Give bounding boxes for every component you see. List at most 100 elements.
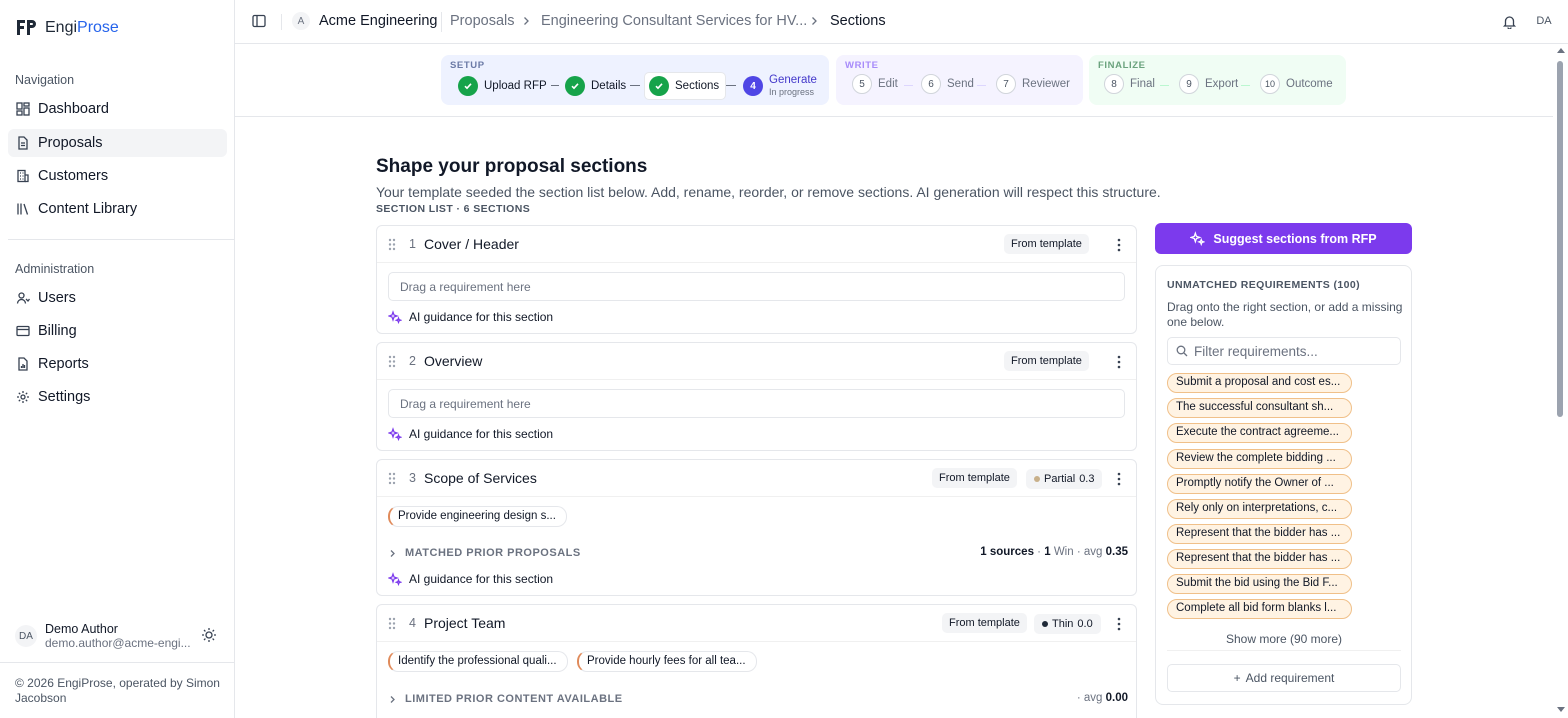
sidebar-divider	[8, 239, 235, 240]
sidebar-item-dashboard[interactable]: Dashboard	[8, 95, 227, 123]
sidebar-item-users[interactable]: Users	[8, 284, 227, 312]
unmatched-requirement[interactable]: Represent that the bidder has ...	[1167, 549, 1352, 569]
status-dot	[1034, 476, 1040, 482]
unmatched-requirement[interactable]: Rely only on interpretations, c...	[1167, 499, 1352, 519]
requirement-chip[interactable]: Provide engineering design s...	[388, 506, 567, 527]
sidebar-item-settings[interactable]: Settings	[8, 383, 227, 411]
section-title[interactable]: Cover / Header	[424, 236, 519, 252]
show-more-button[interactable]: Show more (90 more)	[1167, 627, 1401, 651]
sidebar-item-label: Content Library	[38, 201, 138, 217]
step-number: 10	[1260, 74, 1280, 94]
step-label: Edit	[878, 78, 898, 90]
ai-guidance-toggle[interactable]: AI guidance for this section	[388, 572, 553, 586]
workflow-stepper: SETUP WRITE FINALIZE Upload RFP Details …	[235, 44, 1553, 117]
unmatched-requirement[interactable]: Complete all bid form blanks l...	[1167, 599, 1352, 619]
chevron-right-icon	[390, 695, 395, 703]
sparkles-icon	[1190, 231, 1206, 246]
ai-guidance-label: AI guidance for this section	[409, 572, 554, 586]
report-icon	[18, 357, 28, 371]
step-generate[interactable]: 4 Generate In progress	[743, 74, 817, 98]
logo-text-prefix: Engi	[45, 19, 78, 36]
sidebar-toggle-icon[interactable]	[252, 14, 266, 28]
step-label: Upload RFP	[484, 80, 547, 92]
step-outcome[interactable]: 10 Outcome	[1260, 74, 1333, 94]
ai-guidance-toggle[interactable]: AI guidance for this section	[388, 310, 553, 324]
section-title[interactable]: Project Team	[424, 615, 505, 631]
breadcrumb-proposals[interactable]: Proposals	[450, 13, 514, 29]
more-vertical-icon[interactable]	[1117, 238, 1121, 252]
sidebar-item-content-library[interactable]: Content Library	[8, 195, 227, 223]
step-connector	[904, 85, 913, 86]
drag-handle-icon[interactable]	[388, 617, 396, 630]
template-badge: From template	[932, 468, 1017, 488]
section-list-label: SECTION LIST · 6 SECTIONS	[376, 203, 531, 215]
unmatched-requirement[interactable]: Represent that the bidder has ...	[1167, 524, 1352, 544]
step-send[interactable]: 6 Send	[921, 74, 974, 94]
step-label: Export	[1205, 78, 1239, 90]
section-number: 3	[409, 471, 416, 485]
unmatched-requirement[interactable]: Review the complete bidding ...	[1167, 449, 1352, 469]
suggest-sections-button[interactable]: Suggest sections from RFP	[1155, 223, 1412, 254]
org-avatar: A	[292, 12, 310, 30]
user-avatar[interactable]: DA	[1533, 10, 1555, 32]
app-logo[interactable]: EngiProse	[15, 18, 119, 38]
step-connector	[551, 85, 559, 86]
sidebar: EngiProse Navigation Dashboard Proposals…	[0, 0, 235, 718]
section-number: 1	[409, 237, 416, 251]
breadcrumb-proposal[interactable]: Engineering Consultant Services for HV..…	[541, 13, 807, 29]
section-title[interactable]: Scope of Services	[424, 470, 537, 486]
wins-count: 1	[1044, 546, 1051, 558]
step-export[interactable]: 9 Export	[1179, 74, 1238, 94]
org-name[interactable]: Acme Engineering	[319, 13, 438, 29]
sidebar-item-billing[interactable]: Billing	[8, 317, 227, 345]
drag-handle-icon[interactable]	[388, 355, 396, 368]
scroll-down-icon[interactable]	[1557, 707, 1565, 712]
check-icon	[649, 76, 669, 96]
sidebar-item-customers[interactable]: Customers	[8, 162, 227, 190]
more-vertical-icon[interactable]	[1117, 617, 1121, 631]
unmatched-requirement[interactable]: The successful consultant sh...	[1167, 398, 1352, 418]
add-requirement-button[interactable]: + Add requirement	[1167, 664, 1401, 692]
scroll-thumb[interactable]	[1557, 61, 1563, 417]
panel-hint: Drag onto the right section, or add a mi…	[1167, 300, 1403, 329]
step-reviewer[interactable]: 7 Reviewer	[996, 74, 1070, 94]
step-details[interactable]: Details	[565, 76, 626, 96]
requirement-chip[interactable]: Identify the professional quali...	[388, 651, 568, 672]
matched-prior-toggle[interactable]: MATCHED PRIOR PROPOSALS	[388, 547, 581, 559]
unmatched-requirement[interactable]: Execute the contract agreeme...	[1167, 423, 1352, 443]
bell-icon[interactable]	[1502, 14, 1517, 29]
template-badge: From template	[1004, 234, 1089, 254]
step-label: Sections	[675, 80, 720, 92]
section-title[interactable]: Overview	[424, 353, 482, 369]
more-vertical-icon[interactable]	[1117, 472, 1121, 486]
ai-guidance-label: AI guidance for this section	[409, 310, 554, 324]
step-sections[interactable]: Sections	[645, 73, 726, 99]
sun-icon[interactable]	[201, 627, 217, 643]
user-profile[interactable]: DA Demo Author demo.author@acme-engi...	[15, 619, 225, 653]
phase-label: SETUP	[450, 60, 485, 71]
step-edit[interactable]: 5 Edit	[852, 74, 898, 94]
sidebar-item-label: Dashboard	[38, 101, 109, 117]
scroll-up-icon[interactable]	[1557, 48, 1565, 53]
unmatched-requirement[interactable]: Submit a proposal and cost es...	[1167, 373, 1352, 393]
unmatched-requirement[interactable]: Submit the bid using the Bid F...	[1167, 574, 1352, 594]
more-vertical-icon[interactable]	[1117, 355, 1121, 369]
sidebar-item-label: Users	[38, 290, 76, 306]
unmatched-requirement[interactable]: Promptly notify the Owner of ...	[1167, 474, 1352, 494]
step-final[interactable]: 8 Final	[1104, 74, 1155, 94]
match-stats: · avg 0.00	[1076, 692, 1128, 704]
ai-guidance-toggle[interactable]: AI guidance for this section	[388, 427, 553, 441]
requirement-drop-zone[interactable]: Drag a requirement here	[388, 272, 1125, 301]
requirement-drop-zone[interactable]: Drag a requirement here	[388, 389, 1125, 418]
sidebar-item-proposals[interactable]: Proposals	[8, 129, 227, 157]
drag-handle-icon[interactable]	[388, 472, 396, 485]
drag-handle-icon[interactable]	[388, 238, 396, 251]
limited-content-toggle[interactable]: LIMITED PRIOR CONTENT AVAILABLE	[388, 693, 623, 705]
requirement-chip[interactable]: Provide hourly fees for all tea...	[577, 651, 757, 672]
check-icon	[458, 76, 478, 96]
step-connector	[1241, 85, 1250, 86]
sidebar-item-reports[interactable]: Reports	[8, 350, 227, 378]
step-upload-rfp[interactable]: Upload RFP	[458, 76, 547, 96]
page-scrollbar[interactable]	[1553, 44, 1568, 718]
filter-requirements-input[interactable]: Filter requirements...	[1167, 337, 1401, 365]
